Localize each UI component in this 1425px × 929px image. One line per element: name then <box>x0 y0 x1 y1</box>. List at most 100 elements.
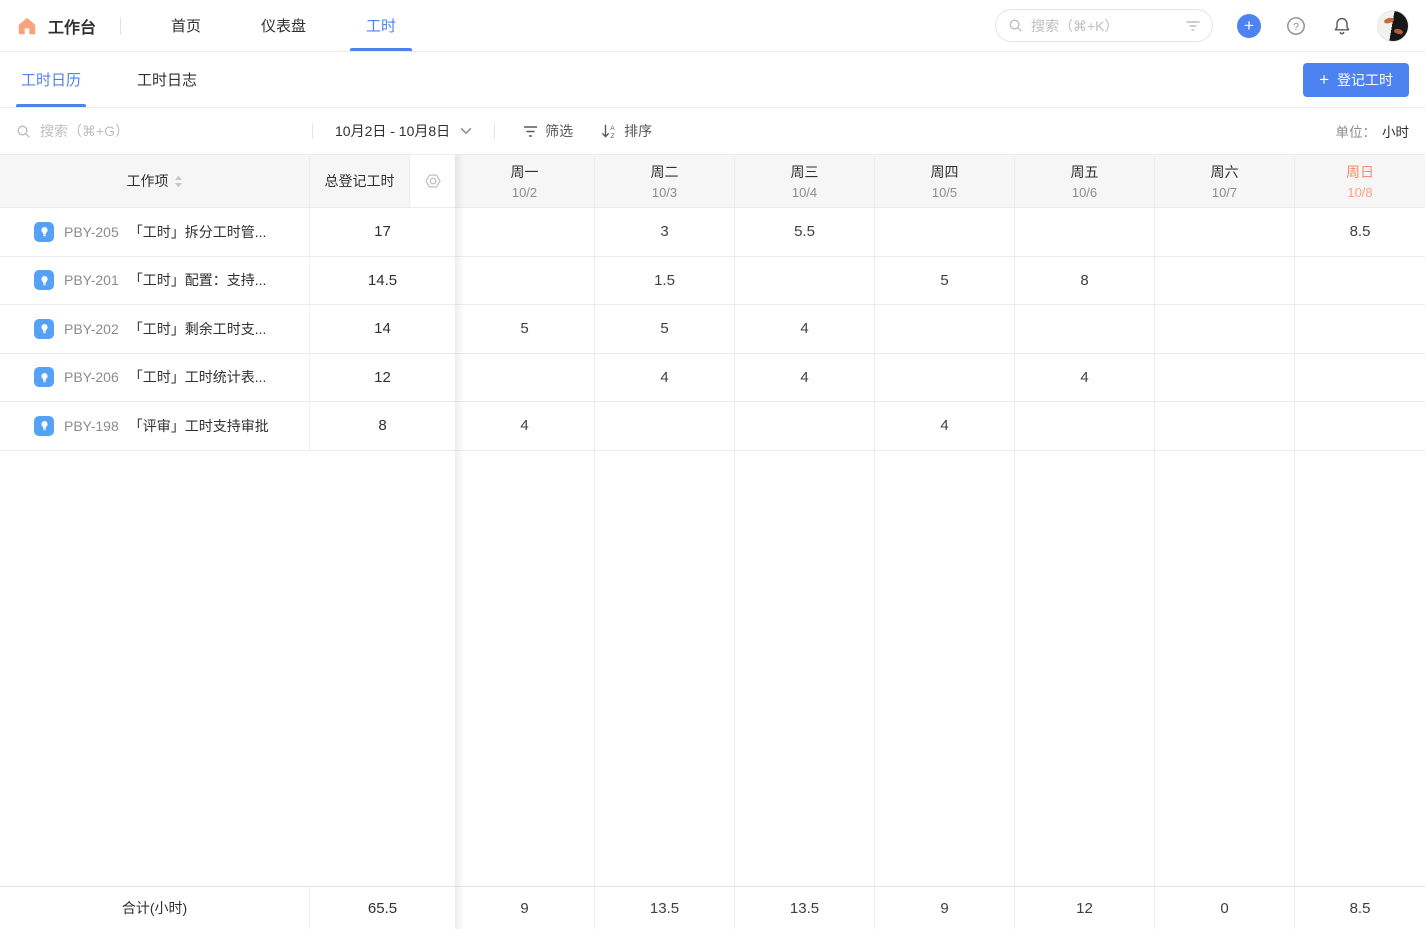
hours-cell[interactable] <box>1015 402 1155 450</box>
hours-cell[interactable] <box>1155 257 1295 305</box>
hours-cell[interactable] <box>1295 402 1425 450</box>
register-hours-button[interactable]: + 登记工时 <box>1303 63 1409 97</box>
row-total-hours: 14.5 <box>310 257 455 305</box>
unit-indicator: 单位：小时 <box>1336 121 1410 141</box>
work-item-cell[interactable]: PBY-205「工时」拆分工时管... <box>0 208 310 256</box>
chevron-down-icon <box>460 127 472 135</box>
hours-cell[interactable] <box>875 208 1015 256</box>
hours-cell[interactable] <box>1015 208 1155 256</box>
notification-icon[interactable] <box>1331 15 1353 37</box>
hours-cell[interactable]: 8 <box>1015 257 1155 305</box>
table-row: PBY-201「工时」配置：支持...14.5 1.5 58 <box>0 257 1425 306</box>
table-empty-area <box>0 451 1425 887</box>
hours-cell[interactable] <box>455 354 595 402</box>
hours-cell[interactable] <box>1155 354 1295 402</box>
hours-cell[interactable]: 4 <box>875 402 1015 450</box>
table-footer-row: 合计(小时) 65.5 913.513.591208.5 <box>0 886 1425 929</box>
user-avatar[interactable] <box>1377 10 1409 42</box>
work-item-title: 「评审」工时支持审批 <box>129 416 269 436</box>
date-label: 10/6 <box>1072 185 1097 200</box>
search-icon <box>16 124 31 139</box>
timesheet-table: 工作项 总登记工时 周一10/2周二10/3周三10/4周四10/5周五10/6… <box>0 155 1425 929</box>
table-row: PBY-205「工时」拆分工时管...1735.58.5 <box>0 208 1425 257</box>
tab-timesheet-log[interactable]: 工时日志 <box>132 52 202 107</box>
footer-total-hours: 65.5 <box>310 887 455 929</box>
search-filter-icon[interactable] <box>1186 20 1200 32</box>
global-search-placeholder: 搜索（⌘+K） <box>1031 16 1178 36</box>
hours-cell[interactable] <box>455 257 595 305</box>
view-tabbar: 工时日历 工时日志 + 登记工时 <box>0 52 1425 108</box>
hours-cell[interactable]: 5 <box>875 257 1015 305</box>
row-total-hours: 14 <box>310 305 455 353</box>
work-item-key: PBY-198 <box>64 418 119 434</box>
global-search-input[interactable]: 搜索（⌘+K） <box>995 9 1213 42</box>
hours-cell[interactable] <box>1155 402 1295 450</box>
sort-button[interactable]: AZ 排序 <box>601 121 652 141</box>
hours-cell[interactable] <box>1155 305 1295 353</box>
hours-cell[interactable] <box>875 354 1015 402</box>
hours-cell[interactable] <box>1015 305 1155 353</box>
footer-day-total: 0 <box>1155 887 1295 929</box>
footer-day-total: 9 <box>875 887 1015 929</box>
day-column-header-6: 周日10/8 <box>1295 155 1425 207</box>
brand-label: 工作台 <box>48 14 96 38</box>
work-item-cell[interactable]: PBY-202「工时」剩余工时支... <box>0 305 310 353</box>
weekday-label: 周五 <box>1071 162 1099 182</box>
hours-cell[interactable]: 1.5 <box>595 257 735 305</box>
table-body: PBY-205「工时」拆分工时管...1735.58.5PBY-201「工时」配… <box>0 208 1425 886</box>
hours-cell[interactable]: 4 <box>1015 354 1155 402</box>
table-search-input[interactable]: 搜索（⌘+G） <box>16 121 298 141</box>
day-column-header-0: 周一10/2 <box>455 155 595 207</box>
table-row: PBY-198「评审」工时支持审批844 <box>0 402 1425 451</box>
sort-icon: AZ <box>601 124 617 139</box>
hours-cell[interactable] <box>595 402 735 450</box>
workbench-brand[interactable]: 工作台 <box>16 14 96 38</box>
hours-cell[interactable] <box>455 208 595 256</box>
home-icon <box>16 15 38 37</box>
hours-cell[interactable] <box>735 402 875 450</box>
day-column-header-3: 周四10/5 <box>875 155 1015 207</box>
hours-cell[interactable] <box>875 305 1015 353</box>
empty-day-column <box>875 451 1015 887</box>
svg-text:?: ? <box>1293 21 1299 33</box>
hours-cell[interactable] <box>1295 305 1425 353</box>
hours-cell[interactable] <box>1295 257 1425 305</box>
row-total-hours: 12 <box>310 354 455 402</box>
hours-cell[interactable]: 8.5 <box>1295 208 1425 256</box>
nav-item-dashboard[interactable]: 仪表盘 <box>245 0 322 51</box>
tab-timesheet-calendar[interactable]: 工时日历 <box>16 52 86 107</box>
work-item-icon <box>34 367 54 387</box>
hours-cell[interactable]: 4 <box>455 402 595 450</box>
hours-cell[interactable]: 5 <box>595 305 735 353</box>
hours-cell[interactable]: 5.5 <box>735 208 875 256</box>
date-label: 10/5 <box>932 185 957 200</box>
column-sort-icon[interactable] <box>174 175 183 188</box>
date-range-picker[interactable]: 10月2日 - 10月8日 <box>327 121 480 141</box>
work-item-title: 「工时」拆分工时管... <box>129 222 267 242</box>
hours-cell[interactable]: 5 <box>455 305 595 353</box>
add-icon[interactable]: + <box>1237 14 1261 38</box>
help-icon[interactable]: ? <box>1285 15 1307 37</box>
row-total-hours: 8 <box>310 402 455 450</box>
hours-cell[interactable]: 4 <box>735 305 875 353</box>
hours-cell[interactable]: 3 <box>595 208 735 256</box>
weekday-label: 周三 <box>791 162 819 182</box>
search-icon <box>1008 18 1023 33</box>
work-item-cell[interactable]: PBY-201「工时」配置：支持... <box>0 257 310 305</box>
work-item-cell[interactable]: PBY-206「工时」工时统计表... <box>0 354 310 402</box>
hours-cell[interactable]: 4 <box>735 354 875 402</box>
hours-cell[interactable] <box>1155 208 1295 256</box>
hours-cell[interactable] <box>735 257 875 305</box>
hours-cell[interactable]: 4 <box>595 354 735 402</box>
hours-cell[interactable] <box>1295 354 1425 402</box>
work-item-key: PBY-201 <box>64 272 119 288</box>
column-settings-button[interactable] <box>410 155 455 207</box>
table-toolbar: 搜索（⌘+G） 10月2日 - 10月8日 筛选 AZ 排序 单位：小时 <box>0 108 1425 155</box>
toolbar-divider <box>312 123 313 139</box>
work-item-cell[interactable]: PBY-198 「评审」工时支持审批 <box>0 402 310 450</box>
column-header-work-item[interactable]: 工作项 <box>0 155 310 207</box>
nav-item-home[interactable]: 首页 <box>155 0 217 51</box>
filter-button[interactable]: 筛选 <box>523 121 573 141</box>
table-search-placeholder: 搜索（⌘+G） <box>40 121 129 141</box>
nav-item-timesheet[interactable]: 工时 <box>350 0 412 51</box>
